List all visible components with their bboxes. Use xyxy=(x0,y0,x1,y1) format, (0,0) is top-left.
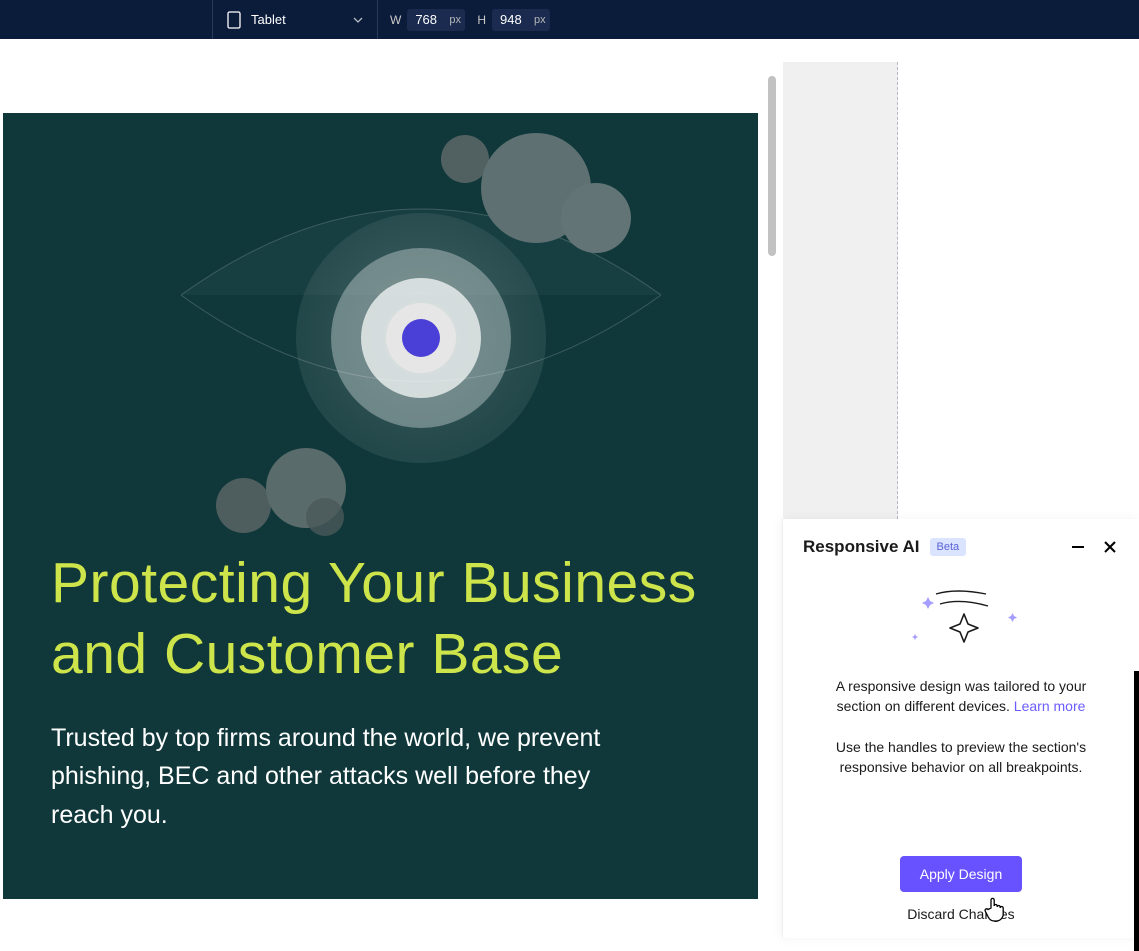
discard-changes-button[interactable]: Discard Changes xyxy=(813,906,1109,922)
panel-actions: Apply Design Discard Changes xyxy=(813,856,1109,928)
height-label: H xyxy=(477,13,486,27)
apply-design-button[interactable]: Apply Design xyxy=(900,856,1023,892)
panel-message-2: Use the handles to preview the section's… xyxy=(813,737,1109,778)
minimize-button[interactable] xyxy=(1069,538,1087,556)
responsive-ai-panel: Responsive AI Beta xyxy=(782,519,1139,938)
width-input[interactable] xyxy=(407,9,465,31)
sparkle-illustration xyxy=(896,583,1026,658)
top-toolbar: Tablet W px H px xyxy=(0,0,1139,39)
cloud-top xyxy=(451,113,651,273)
canvas-wrapper: Protecting Your Business and Customer Ba… xyxy=(0,62,768,899)
close-button[interactable] xyxy=(1101,538,1119,556)
hero-section: Protecting Your Business and Customer Ba… xyxy=(3,113,758,899)
breakpoint-guide-strip xyxy=(783,62,898,524)
learn-more-link[interactable]: Learn more xyxy=(1014,698,1086,714)
device-name-label: Tablet xyxy=(251,12,286,27)
beta-badge: Beta xyxy=(930,538,967,556)
panel-header: Responsive AI Beta xyxy=(783,519,1139,567)
width-label: W xyxy=(390,13,401,27)
preview-canvas[interactable]: Protecting Your Business and Customer Ba… xyxy=(3,62,758,899)
editor-canvas-area: Protecting Your Business and Customer Ba… xyxy=(0,39,1139,899)
scrollbar-thumb[interactable] xyxy=(768,76,776,256)
close-icon xyxy=(1103,540,1117,554)
cloud-bottom xyxy=(206,438,376,548)
canvas-top-gap xyxy=(3,62,758,113)
width-control: W px xyxy=(378,9,477,31)
panel-scroll-indicator[interactable] xyxy=(1134,671,1139,951)
panel-body: A responsive design was tailored to your… xyxy=(783,567,1139,938)
height-input[interactable] xyxy=(492,9,550,31)
hero-title: Protecting Your Business and Customer Ba… xyxy=(51,548,710,691)
hero-subtitle: Trusted by top firms around the world, w… xyxy=(51,719,611,835)
tablet-icon xyxy=(227,11,241,29)
height-control: H px xyxy=(477,9,562,31)
hero-illustration xyxy=(51,113,710,528)
panel-message-1: A responsive design was tailored to your… xyxy=(813,676,1109,717)
minimize-icon xyxy=(1071,540,1085,554)
panel-title: Responsive AI xyxy=(803,537,920,557)
toolbar-left-spacer xyxy=(0,0,213,39)
chevron-down-icon xyxy=(353,17,363,23)
eye-pupil xyxy=(402,319,440,357)
device-selector-dropdown[interactable]: Tablet xyxy=(213,0,378,39)
